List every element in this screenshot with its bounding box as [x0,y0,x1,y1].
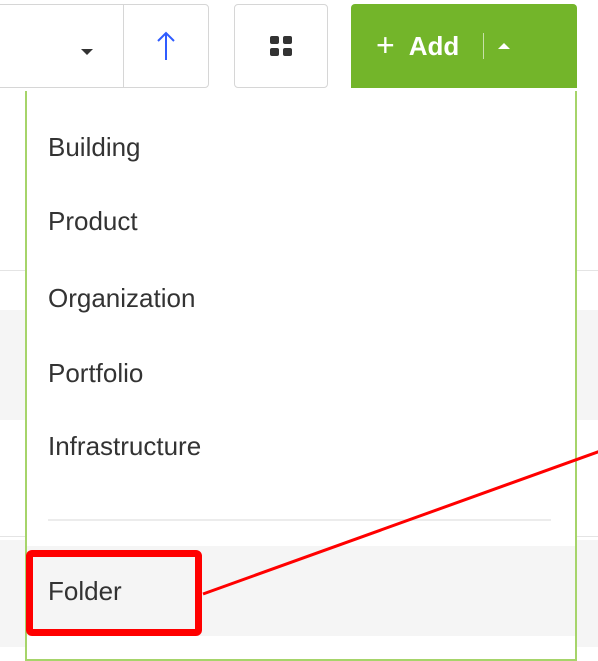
annotation-pointer-line [202,450,598,596]
